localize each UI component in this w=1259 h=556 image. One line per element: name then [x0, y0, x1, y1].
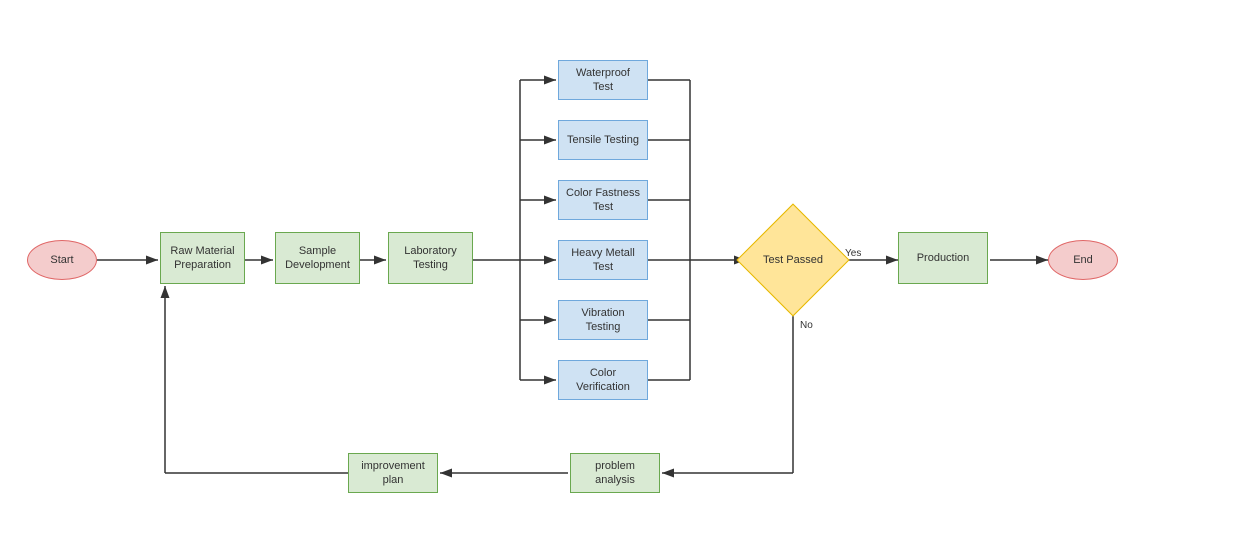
- tensile-label: Tensile Testing: [567, 133, 639, 147]
- problem-analysis-node: problemanalysis: [570, 453, 660, 493]
- vibration-label: VibrationTesting: [581, 306, 624, 335]
- end-node: End: [1048, 240, 1118, 280]
- color-fastness-node: Color FastnessTest: [558, 180, 648, 220]
- heavy-metal-label: Heavy MetallTest: [571, 246, 635, 275]
- problem-analysis-label: problemanalysis: [595, 459, 635, 488]
- raw-material-node: Raw MaterialPreparation: [160, 232, 245, 284]
- waterproof-label: WaterproofTest: [576, 66, 630, 95]
- no-label: No: [800, 320, 813, 331]
- lab-testing-label: LaboratoryTesting: [404, 244, 457, 273]
- end-label: End: [1073, 253, 1093, 267]
- start-label: Start: [50, 253, 73, 267]
- waterproof-node: WaterproofTest: [558, 60, 648, 100]
- flowchart-diagram: Start Raw MaterialPreparation SampleDeve…: [0, 0, 1259, 556]
- test-passed-node: Test Passed: [748, 215, 838, 305]
- color-verif-label: ColorVerification: [576, 366, 630, 395]
- improvement-plan-node: improvementplan: [348, 453, 438, 493]
- production-node: Production: [898, 232, 988, 284]
- production-label: Production: [917, 251, 970, 265]
- tensile-node: Tensile Testing: [558, 120, 648, 160]
- test-passed-label: Test Passed: [763, 253, 823, 267]
- sample-dev-node: SampleDevelopment: [275, 232, 360, 284]
- lab-testing-node: LaboratoryTesting: [388, 232, 473, 284]
- improvement-plan-label: improvementplan: [361, 459, 425, 488]
- color-fastness-label: Color FastnessTest: [566, 186, 640, 215]
- color-verif-node: ColorVerification: [558, 360, 648, 400]
- sample-dev-label: SampleDevelopment: [285, 244, 350, 273]
- start-node: Start: [27, 240, 97, 280]
- raw-material-label: Raw MaterialPreparation: [170, 244, 234, 273]
- yes-label: Yes: [845, 248, 861, 259]
- vibration-node: VibrationTesting: [558, 300, 648, 340]
- heavy-metal-node: Heavy MetallTest: [558, 240, 648, 280]
